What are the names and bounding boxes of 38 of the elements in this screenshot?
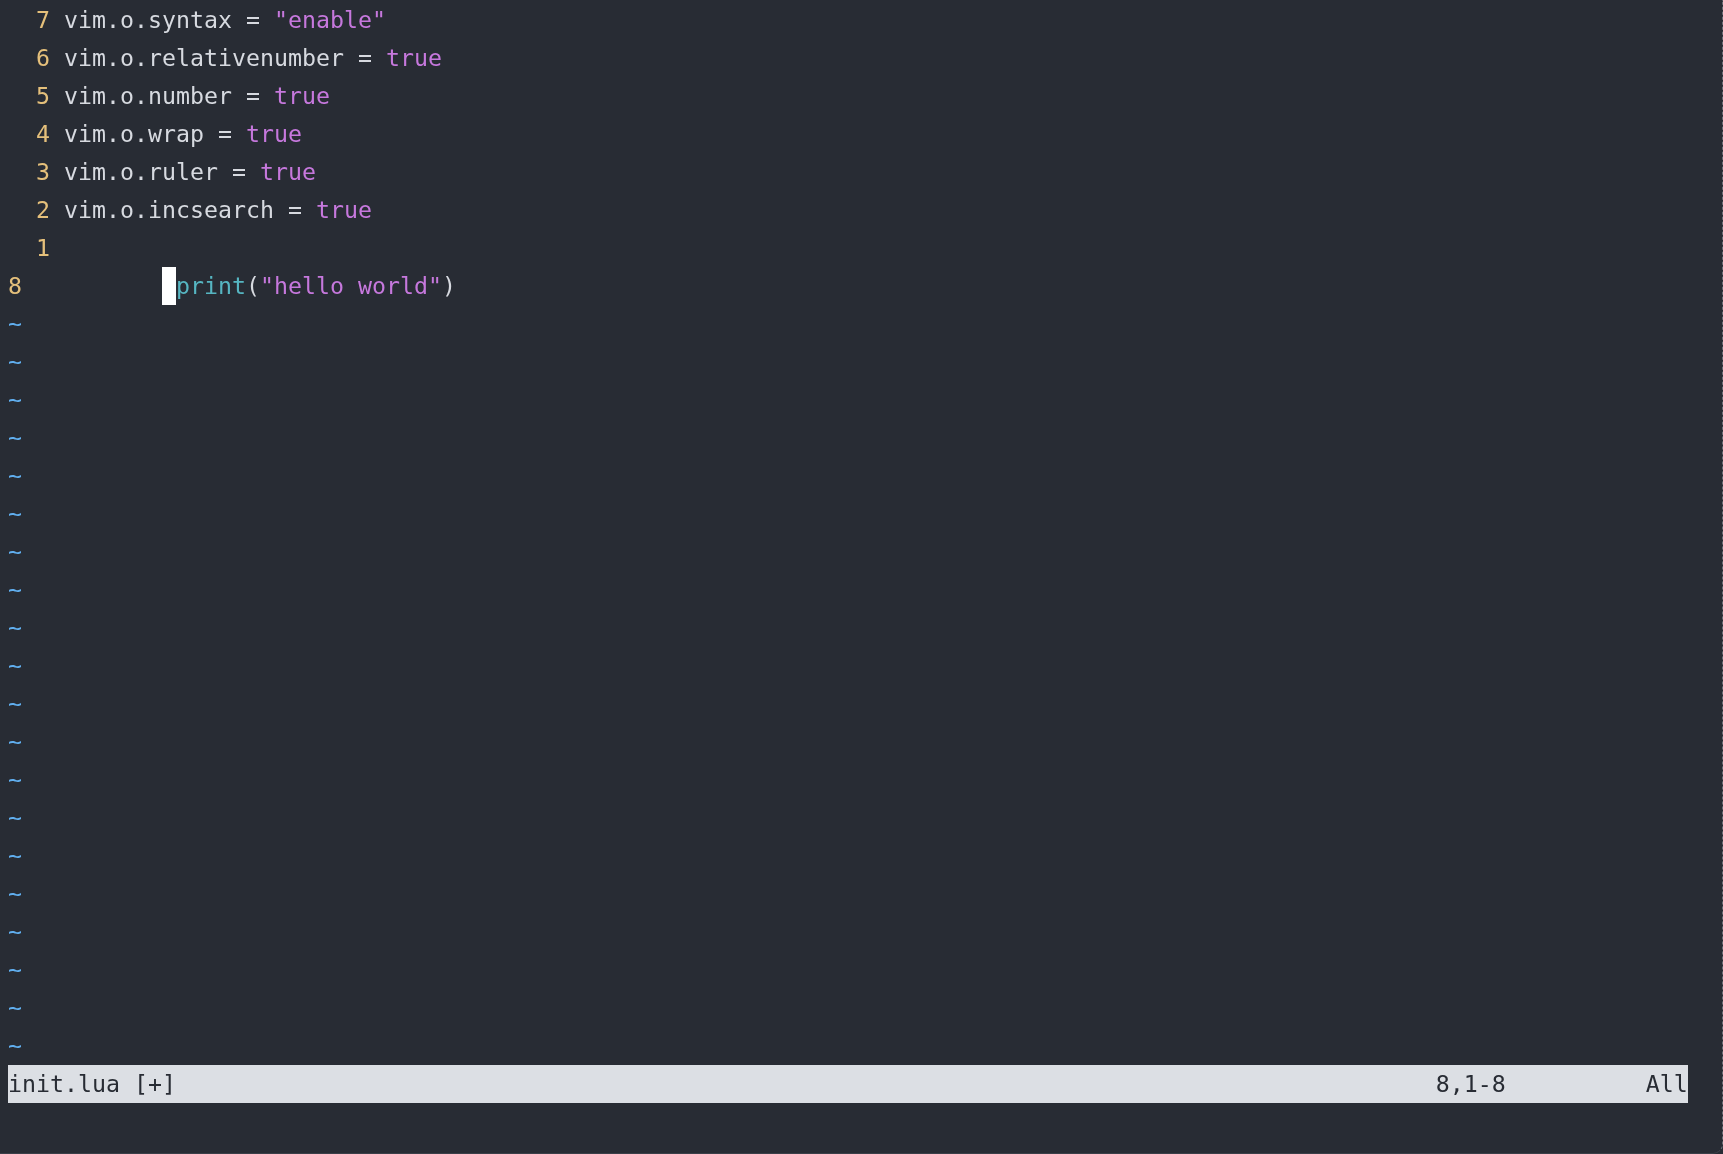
empty-line-marker: ~ — [8, 309, 22, 339]
line-number: 4 — [36, 120, 50, 147]
code-line: vim.o.relativenumber = true — [64, 43, 442, 73]
file-name: init.lua [+] — [8, 1069, 177, 1099]
empty-line-marker: ~ — [8, 385, 22, 415]
line-number: 3 — [36, 158, 50, 185]
empty-line-marker: ~ — [8, 727, 22, 757]
line-number: 7 — [36, 6, 50, 33]
empty-line-marker: ~ — [8, 613, 22, 643]
empty-line-marker: ~ — [8, 499, 22, 529]
empty-line-marker: ~ — [8, 689, 22, 719]
empty-line-marker: ~ — [8, 1031, 22, 1061]
empty-line-marker: ~ — [8, 423, 22, 453]
empty-line-marker: ~ — [8, 651, 22, 681]
empty-line-marker: ~ — [8, 575, 22, 605]
code-line: vim.o.incsearch = true — [64, 195, 372, 225]
empty-line-marker: ~ — [8, 347, 22, 377]
code-line: vim.o.wrap = true — [64, 119, 302, 149]
empty-line-marker: ~ — [8, 765, 22, 795]
empty-line-marker: ~ — [8, 993, 22, 1023]
code-line: vim.o.number = true — [64, 81, 330, 111]
line-number: 8 — [8, 272, 22, 299]
empty-line-marker: ~ — [8, 955, 22, 985]
scroll-position: All — [1645, 1069, 1688, 1099]
code-line: print("hello world") — [175, 271, 456, 301]
empty-line-marker: ~ — [8, 803, 22, 833]
empty-line-marker: ~ — [8, 537, 22, 567]
line-number: 6 — [36, 44, 50, 71]
line-number: 2 — [36, 196, 50, 223]
empty-line-marker: ~ — [8, 461, 22, 491]
line-number: 5 — [36, 82, 50, 109]
cursor-position: 8,1-8 — [1435, 1069, 1507, 1099]
empty-line-marker: ~ — [8, 841, 22, 871]
code-line: vim.o.ruler = true — [64, 157, 316, 187]
empty-line-marker: ~ — [8, 917, 22, 947]
empty-line-marker: ~ — [8, 879, 22, 909]
code-line: vim.o.syntax = "enable" — [64, 5, 386, 35]
line-number: 1 — [36, 234, 50, 261]
